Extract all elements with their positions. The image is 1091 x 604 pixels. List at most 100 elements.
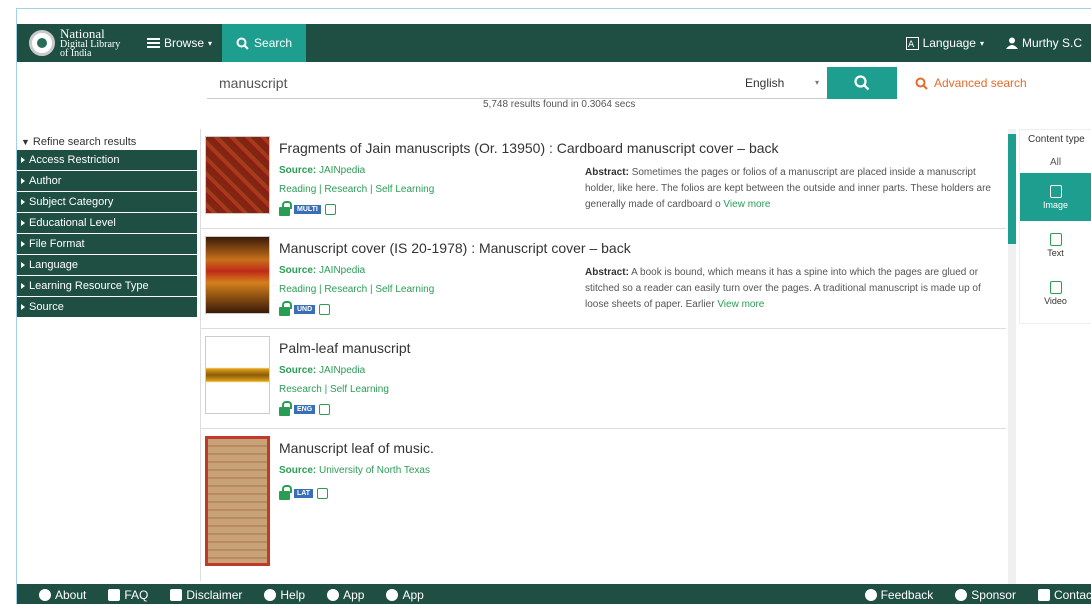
footer-ios-app[interactable]: App xyxy=(386,587,424,602)
content-type-all[interactable]: All xyxy=(1020,157,1091,173)
source-label: Source: xyxy=(279,465,317,476)
result-title[interactable]: Manuscript leaf of music. xyxy=(279,440,434,456)
source-value[interactable]: JAINpedia xyxy=(319,165,365,176)
image-icon xyxy=(1049,184,1062,198)
apple-icon xyxy=(386,588,399,601)
result-title[interactable]: Fragments of Jain manuscripts (Or. 13950… xyxy=(279,140,779,156)
filter-label: Author xyxy=(29,175,62,187)
source-value[interactable]: University of North Texas xyxy=(319,465,430,476)
filter-label: Subject Category xyxy=(29,196,114,208)
language-badge: UND xyxy=(294,305,316,314)
sponsor-icon xyxy=(955,588,968,601)
expand-arrow-icon xyxy=(21,241,25,247)
open-access-lock-icon xyxy=(279,485,292,500)
result-categories[interactable]: Reading | Research | Self Learning xyxy=(279,184,434,195)
result-thumbnail[interactable] xyxy=(205,236,270,314)
view-more-link[interactable]: View more xyxy=(723,199,770,210)
content-type-label: Video xyxy=(1044,295,1067,306)
result-title[interactable]: Palm-leaf manuscript xyxy=(279,340,411,356)
results-scrollbar[interactable] xyxy=(1008,129,1016,589)
footer-label: App xyxy=(402,587,424,602)
feedback-icon xyxy=(864,588,877,601)
open-access-lock-icon xyxy=(279,201,292,216)
language-badge: MULTI xyxy=(294,205,321,214)
filter-file-format[interactable]: File Format xyxy=(17,234,197,255)
content-type-text[interactable]: Text xyxy=(1020,221,1091,269)
hamburger-icon xyxy=(147,38,160,48)
footer-sponsor[interactable]: Sponsor xyxy=(955,588,1016,602)
filter-access-restriction[interactable]: Access Restriction xyxy=(17,150,197,171)
search-button[interactable] xyxy=(827,67,897,99)
expand-arrow-icon xyxy=(21,283,25,289)
content-type-video[interactable]: Video xyxy=(1020,269,1091,317)
advanced-search-link[interactable]: Advanced search xyxy=(915,76,1027,90)
contact-icon xyxy=(1037,588,1050,601)
result-title[interactable]: Manuscript cover (IS 20-1978) : Manuscri… xyxy=(279,240,631,256)
source-value[interactable]: JAINpedia xyxy=(319,265,365,276)
filter-educational-level[interactable]: Educational Level xyxy=(17,213,197,234)
result-item: Fragments of Jain manuscripts (Or. 13950… xyxy=(201,129,1006,229)
footer-feedback[interactable]: Feedback xyxy=(864,587,934,602)
result-thumbnail[interactable] xyxy=(205,336,270,414)
content-type-label: Text xyxy=(1047,247,1064,258)
result-thumbnail[interactable] xyxy=(205,136,270,214)
result-item: Palm-leaf manuscript Source: JAINpedia R… xyxy=(201,329,1006,429)
footer-disclaimer[interactable]: Disclaimer xyxy=(170,588,242,602)
result-source: Source: JAINpedia xyxy=(279,165,365,176)
content-type-label: Image xyxy=(1042,199,1068,210)
source-label: Source: xyxy=(279,265,317,276)
filter-icon: ▼ xyxy=(21,137,30,147)
refine-title-label: Refine search results xyxy=(32,136,137,148)
abstract-text: Sometimes the pages or folios of a manus… xyxy=(585,167,991,210)
language-select[interactable]: English ▾ xyxy=(737,67,827,99)
search-tab[interactable]: Search xyxy=(222,24,307,62)
language-badge: LAT xyxy=(294,489,314,498)
footer-label: Feedback xyxy=(880,587,934,602)
footer-contact[interactable]: Contac xyxy=(1037,588,1091,602)
filter-source[interactable]: Source xyxy=(17,297,197,318)
filter-label: Access Restriction xyxy=(29,154,120,166)
content-type-panel: Content type All Image Text Video xyxy=(1019,129,1091,324)
filter-language[interactable]: Language xyxy=(17,255,197,276)
footer-label: FAQ xyxy=(124,587,149,602)
filter-author[interactable]: Author xyxy=(17,171,197,192)
result-source: Source: JAINpedia xyxy=(279,265,365,276)
search-tab-label: Search xyxy=(254,36,293,50)
user-menu[interactable]: Murthy S.C xyxy=(1005,36,1082,50)
search-input[interactable] xyxy=(207,67,737,99)
logo-line-3: of India xyxy=(60,48,92,59)
logo-emblem-icon xyxy=(29,30,55,56)
filter-label: Educational Level xyxy=(29,217,116,229)
language-select-value: English xyxy=(745,75,785,90)
top-navbar: National Digital Library of India Browse… xyxy=(17,24,1091,62)
result-item: Manuscript leaf of music. Source: Univer… xyxy=(201,429,1006,579)
footer-bar: About FAQ Disclaimer Help App App Feedba… xyxy=(17,584,1091,604)
footer-label: Sponsor xyxy=(971,587,1016,602)
filter-learning-resource-type[interactable]: Learning Resource Type xyxy=(17,276,197,297)
source-label: Source: xyxy=(279,165,317,176)
nav-right: A Language ▾ Murthy S.C xyxy=(905,36,1091,50)
footer-help[interactable]: Help xyxy=(264,588,305,602)
advanced-search-icon xyxy=(915,77,928,90)
source-value[interactable]: JAINpedia xyxy=(319,365,365,376)
ndli-logo[interactable]: National Digital Library of India xyxy=(17,27,137,59)
abstract-label: Abstract: xyxy=(585,167,629,178)
scrollbar-thumb[interactable] xyxy=(1008,134,1016,244)
result-thumbnail[interactable] xyxy=(205,436,270,566)
footer-android-app[interactable]: App xyxy=(327,588,364,602)
search-icon xyxy=(236,37,249,50)
disclaimer-icon xyxy=(170,588,183,601)
footer-faq[interactable]: FAQ xyxy=(108,588,148,602)
footer-about[interactable]: About xyxy=(39,588,86,602)
view-more-link[interactable]: View more xyxy=(717,299,764,310)
user-name: Murthy S.C xyxy=(1021,36,1082,50)
content-type-image[interactable]: Image xyxy=(1020,173,1091,221)
filter-subject-category[interactable]: Subject Category xyxy=(17,192,197,213)
language-menu[interactable]: A Language ▾ xyxy=(905,36,984,50)
result-categories[interactable]: Research | Self Learning xyxy=(279,384,389,395)
image-type-icon xyxy=(319,304,331,315)
browse-menu-button[interactable]: Browse ▾ xyxy=(137,24,222,62)
language-badge: ENG xyxy=(294,405,316,414)
source-label: Source: xyxy=(279,365,317,376)
result-categories[interactable]: Reading | Research | Self Learning xyxy=(279,284,434,295)
